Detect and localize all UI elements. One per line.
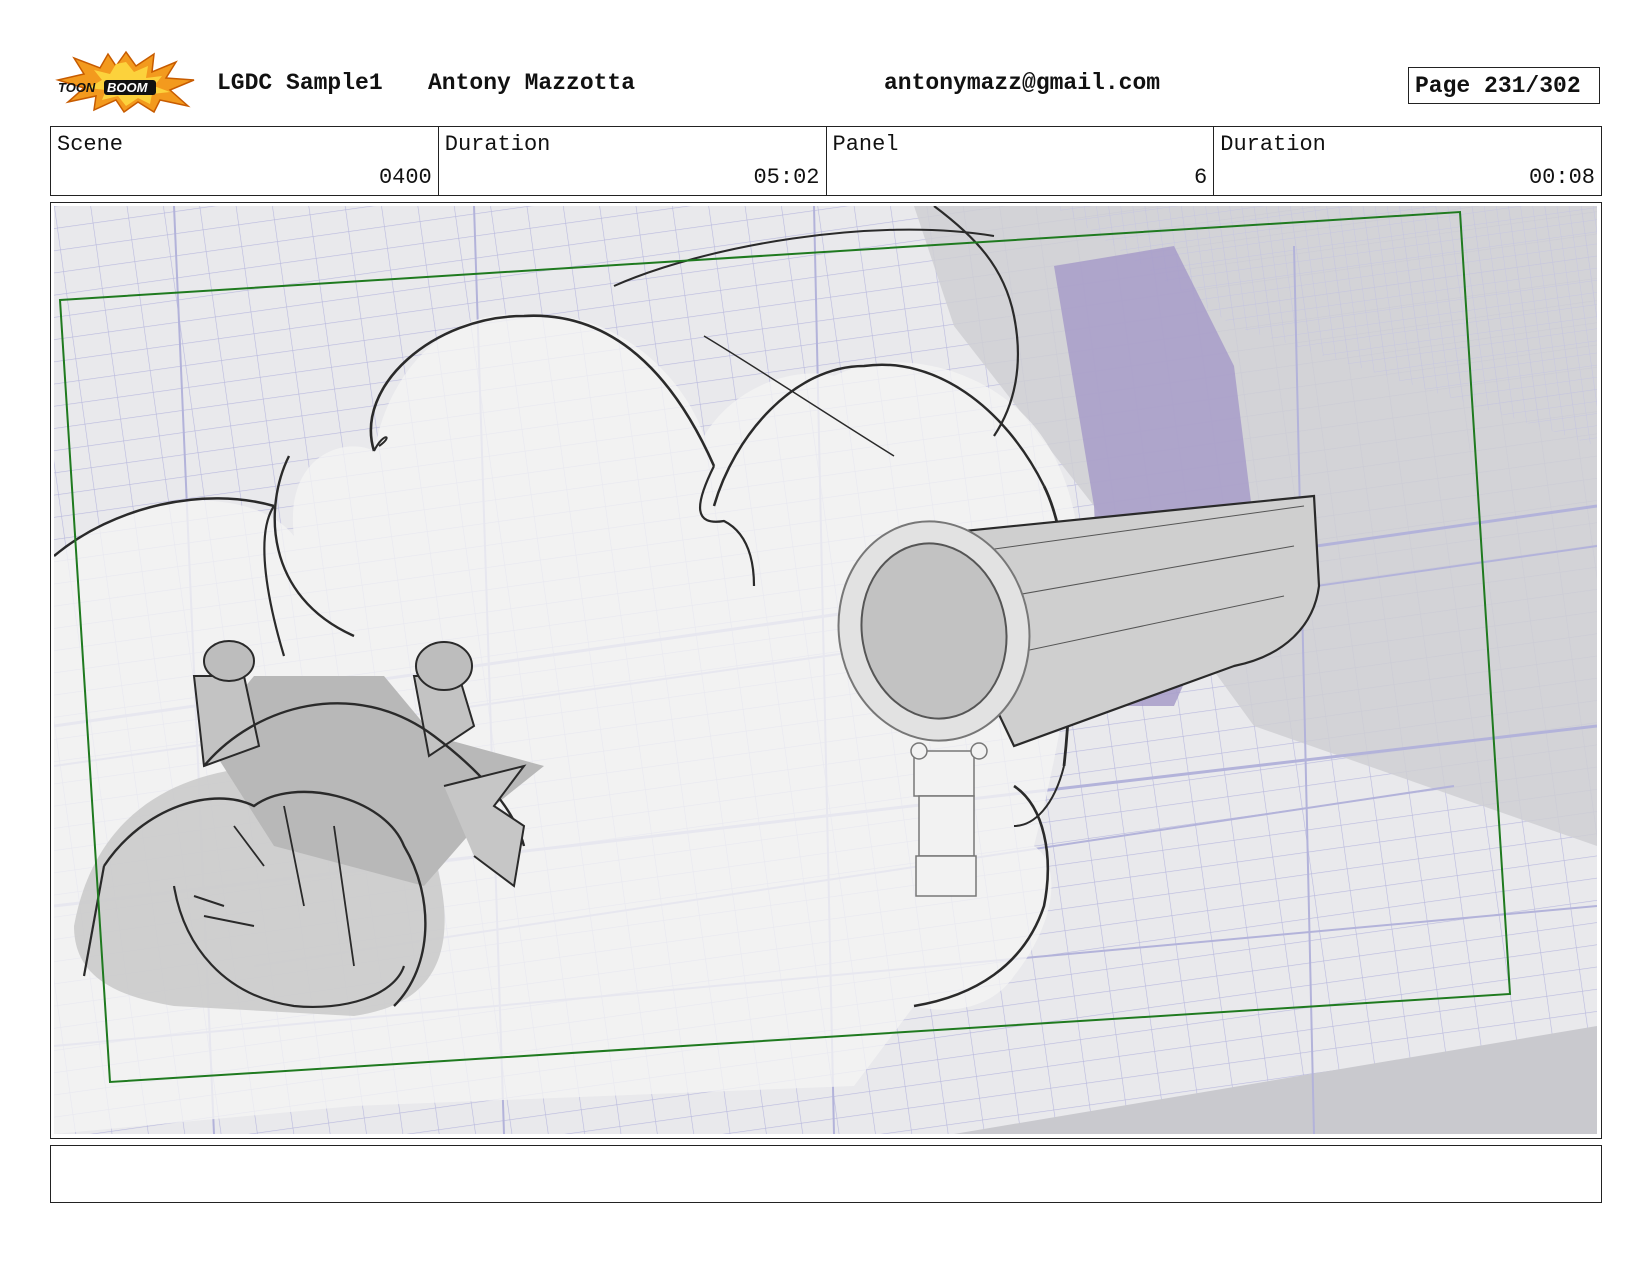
panel-cell: Panel 6: [827, 127, 1215, 195]
panel-value: 6: [1194, 165, 1208, 190]
panel-duration-cell: Duration 00:08: [1214, 127, 1601, 195]
scene-duration-value: 05:02: [753, 165, 820, 190]
project-name: LGDC Sample1: [217, 70, 383, 96]
scene-info-bar: Scene 0400 Duration 05:02 Panel 6 Durati…: [50, 126, 1602, 196]
logo-text-right: BOOM: [107, 80, 149, 95]
logo-text-left: TOON: [58, 80, 96, 95]
page-number: Page 231/302: [1415, 73, 1581, 99]
scene-label: Scene: [57, 132, 124, 157]
page-header: TOON BOOM LGDC Sample1 Antony Mazzotta a…: [0, 0, 1648, 120]
author-name: Antony Mazzotta: [428, 70, 636, 96]
scene-value: 0400: [378, 165, 432, 190]
toonboom-logo: TOON BOOM: [55, 50, 195, 114]
panel-label: Panel: [832, 132, 899, 157]
scene-duration-label: Duration: [444, 132, 551, 157]
storyboard-panel: [50, 202, 1602, 1139]
panel-duration-label: Duration: [1220, 132, 1326, 157]
page-number-box: Page 231/302: [1408, 67, 1600, 104]
scene-duration-cell: Duration 05:02: [439, 127, 827, 195]
panel-duration-value: 00:08: [1528, 165, 1595, 190]
scene-cell: Scene 0400: [51, 127, 439, 195]
storyboard-sketch: [54, 206, 1597, 1134]
panel-notes-box: [50, 1145, 1602, 1203]
author-email: antonymazz@gmail.com: [884, 70, 1161, 96]
